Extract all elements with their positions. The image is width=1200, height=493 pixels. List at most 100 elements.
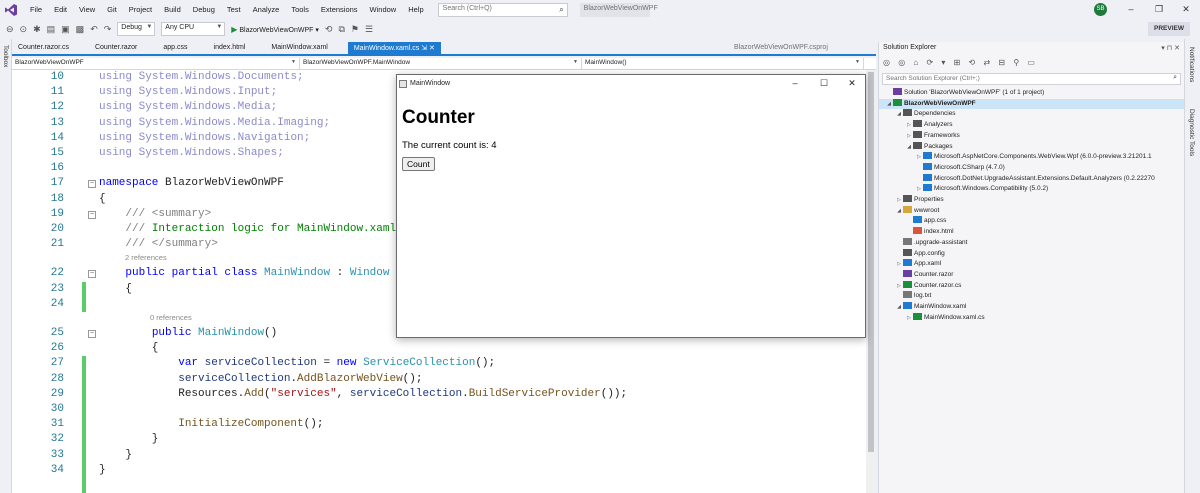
expand-arrow-icon[interactable]: ▷ [895,259,903,270]
menu-item-view[interactable]: View [73,0,101,19]
app-maximize-button[interactable]: ☐ [810,75,838,92]
menu-item-window[interactable]: Window [364,0,403,19]
tree-item--upgrade-assistant[interactable]: .upgrade-assistant [879,237,967,249]
tree-item-log-txt[interactable]: log.txt [879,291,931,302]
collapse-arrow-icon[interactable]: ◢ [905,142,913,153]
menu-item-edit[interactable]: Edit [48,0,73,19]
tree-item-frameworks[interactable]: ▷ Frameworks [879,130,960,142]
notifications-tab[interactable]: Notifications [1188,47,1195,82]
project-dropdown[interactable]: BlazorWebViewOnWPF ▼ [12,58,300,69]
collapse-arrow-icon[interactable]: ◢ [895,206,903,217]
toolbox-tab[interactable]: Toolbox [2,45,9,67]
menu-item-tools[interactable]: Tools [285,0,315,19]
tree-item-microsoft-windows-compatibility-5-0-2-[interactable]: ▷ Microsoft.Windows.Compatibility (5.0.2) [879,184,1048,195]
open-icon[interactable]: ▤ [47,24,56,35]
minimize-button[interactable]: – [1117,0,1145,19]
comment-icon[interactable]: ☰ [365,24,373,35]
expand-arrow-icon[interactable]: ▷ [915,152,923,163]
restore-button[interactable]: ❐ [1145,0,1173,19]
tab-app-css[interactable]: app.css [157,42,193,54]
menu-item-git[interactable]: Git [101,0,123,19]
browser-link-icon[interactable]: ⧉ [338,24,344,35]
fold-toggle-icon[interactable]: − [88,210,96,219]
close-button[interactable]: ✕ [1172,0,1200,19]
menu-item-analyze[interactable]: Analyze [247,0,286,19]
tree-item-microsoft-dotnet-upgradeassistant-extens[interactable]: Microsoft.DotNet.UpgradeAssistant.Extens… [879,173,1155,185]
tree-item-counter-razor[interactable]: Counter.razor [879,269,953,281]
menu-item-project[interactable]: Project [123,0,158,19]
tree-item-microsoft-csharp-4-7-0-[interactable]: Microsoft.CSharp (4.7.0) [879,162,1005,174]
app-minimize-button[interactable]: – [781,75,809,92]
tree-item-wwwroot[interactable]: ◢ wwwroot [879,205,939,217]
tab-mainwindow-xaml-cs[interactable]: MainWindow.xaml.cs ⇲ ✕ [347,42,441,54]
bookmark-icon[interactable]: ⚑ [351,24,359,35]
collapse-arrow-icon[interactable]: ◢ [895,109,903,120]
app-close-button[interactable]: ✕ [838,75,866,92]
solution-search-input[interactable]: Search Solution Explorer (Ctrl+;) ⌕ [882,73,1181,85]
expand-arrow-icon[interactable]: ▷ [905,120,913,131]
tree-item-dependencies[interactable]: ◢ Dependencies [879,109,956,120]
class-references-lens[interactable]: 2 references [125,253,167,262]
menu-item-extensions[interactable]: Extensions [315,0,364,19]
menu-item-test[interactable]: Test [221,0,247,19]
menu-item-debug[interactable]: Debug [187,0,221,19]
menu-item-help[interactable]: Help [402,0,429,19]
tree-item-mainwindow-xaml-cs[interactable]: ▷ MainWindow.xaml.cs [879,312,985,324]
save-icon[interactable]: ▣ [61,24,70,35]
code-line-34[interactable]: 34} [12,463,876,478]
tree-item-microsoft-aspnetcore-components-webview-[interactable]: ▷ Microsoft.AspNetCore.Components.WebView… [879,152,1152,163]
tree-item-counter-razor-cs[interactable]: ▷ Counter.razor.cs [879,280,961,292]
expand-arrow-icon[interactable]: ▷ [905,313,913,324]
save-all-icon[interactable]: ▩ [76,24,85,35]
code-line-30[interactable]: 30 [12,402,876,417]
collapse-arrow-icon[interactable]: ◢ [885,99,893,110]
tab-counter-razor-cs[interactable]: Counter.razor.cs [12,42,75,54]
fold-toggle-icon[interactable]: − [88,270,96,279]
undo-icon[interactable]: ↶ [90,24,98,35]
project-tab[interactable]: BlazorWebViewOnWPF.csproj [734,44,828,51]
fold-toggle-icon[interactable]: − [88,330,96,338]
code-line-29[interactable]: 29 Resources.Add("services", serviceColl… [12,387,876,402]
scrollbar-thumb[interactable] [868,72,874,452]
class-dropdown[interactable]: BlazorWebViewOnWPF.MainWindow ▼ [300,58,582,69]
member-dropdown[interactable]: MainWindow() ▼ [582,58,864,69]
redo-icon[interactable]: ↷ [104,24,112,35]
tree-item-blazorwebviewonwpf[interactable]: ◢ BlazorWebViewOnWPF [879,98,1185,110]
editor-scrollbar[interactable] [866,70,876,493]
new-project-icon[interactable]: ✱ [33,24,41,35]
back-icon[interactable]: ⊖ [6,24,14,35]
hot-reload-icon[interactable]: ⟲ [325,24,333,35]
run-button[interactable]: ▶ BlazorWebViewOnWPF ▾ [231,25,319,34]
tree-item-solution-blazorwebviewonwpf-1-of-1-proje[interactable]: Solution 'BlazorWebViewOnWPF' (1 of 1 pr… [879,88,1044,99]
avatar[interactable]: SB [1094,3,1107,16]
tab-mainwindow-xaml[interactable]: MainWindow.xaml [265,42,333,54]
menu-item-file[interactable]: File [24,0,48,19]
expand-arrow-icon[interactable]: ▷ [895,195,903,206]
platform-dropdown[interactable]: Any CPU ▼ [161,22,226,36]
constructor-references-lens[interactable]: 0 references [150,313,192,322]
menu-item-build[interactable]: Build [158,0,187,19]
collapse-arrow-icon[interactable]: ◢ [895,302,903,313]
tree-item-analyzers[interactable]: ▷ Analyzers [879,120,953,131]
configuration-dropdown[interactable]: Debug ▼ [117,22,156,36]
expand-arrow-icon[interactable]: ▷ [905,131,913,142]
tree-item-properties[interactable]: ▷ Properties [879,195,944,206]
tree-item-mainwindow-xaml[interactable]: ◢ MainWindow.xaml [879,302,966,313]
count-button[interactable]: Count [402,157,435,171]
diagnostic-tools-tab[interactable]: Diagnostic Tools [1188,109,1195,156]
tree-item-app-css[interactable]: app.css [879,216,946,227]
solution-explorer-toolbar[interactable]: ◎ ◎ ⌂ ⟳ ▾ ⊞ ⟲ ⇄ ⊟ ⚲ ▭ [879,56,1184,71]
code-line-32[interactable]: 32 } [12,432,876,447]
expand-arrow-icon[interactable]: ▷ [895,281,903,292]
expand-arrow-icon[interactable]: ▷ [915,184,923,195]
tree-item-app-xaml[interactable]: ▷ App.xaml [879,259,941,270]
code-line-27[interactable]: 27 var serviceCollection = new ServiceCo… [12,356,876,371]
code-line-26[interactable]: 26 { [12,341,876,356]
search-input[interactable]: Search (Ctrl+Q) ⌕ [437,2,568,17]
forward-icon[interactable]: ⊙ [20,24,28,35]
tree-item-index-html[interactable]: index.html [879,227,954,238]
code-line-31[interactable]: 31 InitializeComponent(); [12,417,876,432]
code-line-28[interactable]: 28 serviceCollection.AddBlazorWebView(); [12,372,876,387]
panel-controls-icon[interactable]: ▾ ⊓ ✕ [1161,44,1180,52]
tab-counter-razor[interactable]: Counter.razor [89,42,143,54]
